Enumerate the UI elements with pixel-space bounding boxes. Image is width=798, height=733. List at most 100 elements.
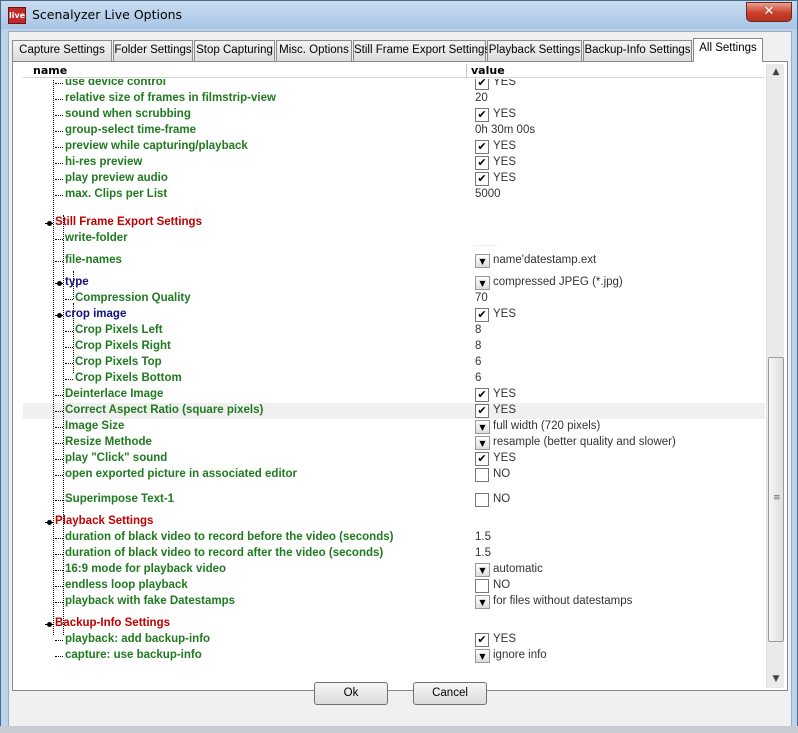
tree-row[interactable]: Deinterlace Image ✔ YES [23,387,765,403]
tree-row[interactable]: Resize Methode ▼ resample (better quality … [23,435,765,451]
tree-row[interactable]: Crop Pixels Bottom 6 [23,371,765,387]
tree-row[interactable]: group-select time-frame 0h 30m 00s [23,123,765,139]
tree-row[interactable]: playback: add backup-info ✔ YES [23,632,765,648]
tree-row[interactable]: hi-res preview ✔ YES [23,155,765,171]
tree-row[interactable]: use device control ✔ YES [23,79,765,91]
setting-value[interactable]: 1.5 [475,547,491,559]
tree-row[interactable]: duration of black video to record after … [23,546,765,562]
tree-row[interactable]: play preview audio ✔ YES [23,171,765,187]
tree-section[interactable]: Playback Settings [23,514,765,530]
checkbox-checked[interactable]: ✔ [475,388,489,402]
column-header-name[interactable]: name [33,64,67,77]
ok-button[interactable]: Ok [314,682,388,705]
setting-value[interactable]: 5000 [475,188,501,200]
tree-row[interactable]: playback with fake Datestamps ▼ for files … [23,594,765,610]
dropdown-arrow-icon[interactable]: ▼ [475,436,490,450]
tree-row[interactable]: preview while capturing/playback ✔ YES [23,139,765,155]
tree-section[interactable]: Backup-Info Settings [23,616,765,632]
setting-value[interactable]: 1.5 [475,531,491,543]
setting-value[interactable]: full width (720 pixels) [493,420,600,432]
tab-capture-settings[interactable]: Capture Settings [12,40,112,61]
setting-value[interactable]: resample (better quality and slower) [493,436,676,448]
dropdown-arrow-icon[interactable]: ▼ [475,649,490,663]
tree-section[interactable]: Still Frame Export Settings [23,215,765,231]
setting-value[interactable]: automatic [493,563,543,575]
setting-label: Correct Aspect Ratio (square pixels) [65,404,264,416]
tree-row[interactable]: duration of black video to record before… [23,530,765,546]
checkbox-checked[interactable]: ✔ [475,79,489,90]
tree-row[interactable]: Crop Pixels Right 8 [23,339,765,355]
scroll-down-icon[interactable]: ▼ [768,672,784,686]
tree-row[interactable]: Image Size ▼ full width (720 pixels) [23,419,765,435]
setting-value: YES [493,452,517,464]
dropdown-arrow-icon[interactable]: ▼ [475,254,490,268]
tree-row[interactable]: max. Clips per List 5000 [23,187,765,203]
setting-value[interactable]: 0h 30m 00s [475,124,535,136]
tab-folder-settings[interactable]: Folder Settings [113,40,193,61]
tab-all-settings[interactable]: All Settings [693,38,763,62]
tree-row[interactable]: Crop Pixels Left 8 [23,323,765,339]
checkbox-unchecked[interactable] [475,579,489,593]
tree-row[interactable]: write-folder [23,231,765,247]
tree-row[interactable]: sound when scrubbing ✔ YES [23,107,765,123]
tree-row[interactable]: endless loop playback NO [23,578,765,594]
tree-row[interactable]: type ▼ compressed JPEG (*.jpg) [23,275,765,291]
title-bar[interactable]: live Scenalyzer Live Options ✕ [1,1,797,29]
scroll-up-icon[interactable]: ▲ [768,65,784,79]
checkbox-checked[interactable]: ✔ [475,108,489,122]
empty-value-field[interactable] [475,232,497,246]
tree-row[interactable]: Compression Quality 70 [23,291,765,307]
setting-value[interactable]: 8 [475,324,481,336]
close-button[interactable]: ✕ [746,2,792,22]
checkbox-checked[interactable]: ✔ [475,404,489,418]
tab-misc-options[interactable]: Misc. Options [276,40,352,61]
checkbox-unchecked[interactable] [475,468,489,482]
section-label: Still Frame Export Settings [55,216,202,228]
checkbox-checked[interactable]: ✔ [475,308,489,322]
taskbar-strip [0,726,798,733]
setting-label: crop image [65,308,127,320]
tab-stop-capturing[interactable]: Stop Capturing [194,40,275,61]
checkbox-checked[interactable]: ✔ [475,452,489,466]
setting-value[interactable]: 6 [475,372,481,384]
scroll-thumb[interactable]: ≡ [768,357,784,642]
tab-still-frame-export-settings[interactable]: Still Frame Export Settings [353,40,490,61]
setting-value[interactable]: 8 [475,340,481,352]
tree-row[interactable]: Correct Aspect Ratio (square pixels) ✔ YES [23,403,765,419]
tab-playback-settings[interactable]: Playback Settings [487,40,582,61]
setting-value[interactable]: 70 [475,292,488,304]
setting-value[interactable]: compressed JPEG (*.jpg) [493,276,623,288]
tree-row[interactable]: Superimpose Text-1 NO [23,492,765,508]
checkbox-unchecked[interactable] [475,493,489,507]
tree-connector [55,538,63,539]
setting-label: Deinterlace Image [65,388,164,400]
tree-row[interactable]: capture: use backup-info ▼ ignore info [23,648,765,664]
setting-label: Image Size [65,420,125,432]
setting-value[interactable]: for files without datestamps [493,595,632,607]
setting-value[interactable]: ignore info [493,649,547,661]
dropdown-arrow-icon[interactable]: ▼ [475,420,490,434]
column-divider[interactable] [466,64,467,78]
checkbox-checked[interactable]: ✔ [475,156,489,170]
tree-row[interactable]: Crop Pixels Top 6 [23,355,765,371]
setting-label: write-folder [65,232,128,244]
tree-row[interactable]: play "Click" sound ✔ YES [23,451,765,467]
tree-row[interactable]: relative size of frames in filmstrip-vie… [23,91,765,107]
checkbox-checked[interactable]: ✔ [475,140,489,154]
tree-row[interactable]: open exported picture in associated edit… [23,467,765,483]
vertical-scrollbar[interactable]: ▲ ≡ ▼ [766,64,784,688]
tree-row[interactable]: 16:9 mode for playback video ▼ automatic [23,562,765,578]
setting-value[interactable]: name'datestamp.ext [493,254,596,266]
tab-backup-info-settings[interactable]: Backup-Info Settings [583,40,692,61]
tree-row[interactable]: file-names ▼ name'datestamp.ext [23,253,765,269]
dropdown-arrow-icon[interactable]: ▼ [475,595,490,609]
checkbox-checked[interactable]: ✔ [475,172,489,186]
checkbox-checked[interactable]: ✔ [475,633,489,647]
setting-value[interactable]: 20 [475,92,488,104]
cancel-button[interactable]: Cancel [413,682,487,705]
dropdown-arrow-icon[interactable]: ▼ [475,563,490,577]
tree-row[interactable]: crop image ✔ YES [23,307,765,323]
dropdown-arrow-icon[interactable]: ▼ [475,276,490,290]
column-header-value[interactable]: value [471,64,505,77]
setting-value[interactable]: 6 [475,356,481,368]
